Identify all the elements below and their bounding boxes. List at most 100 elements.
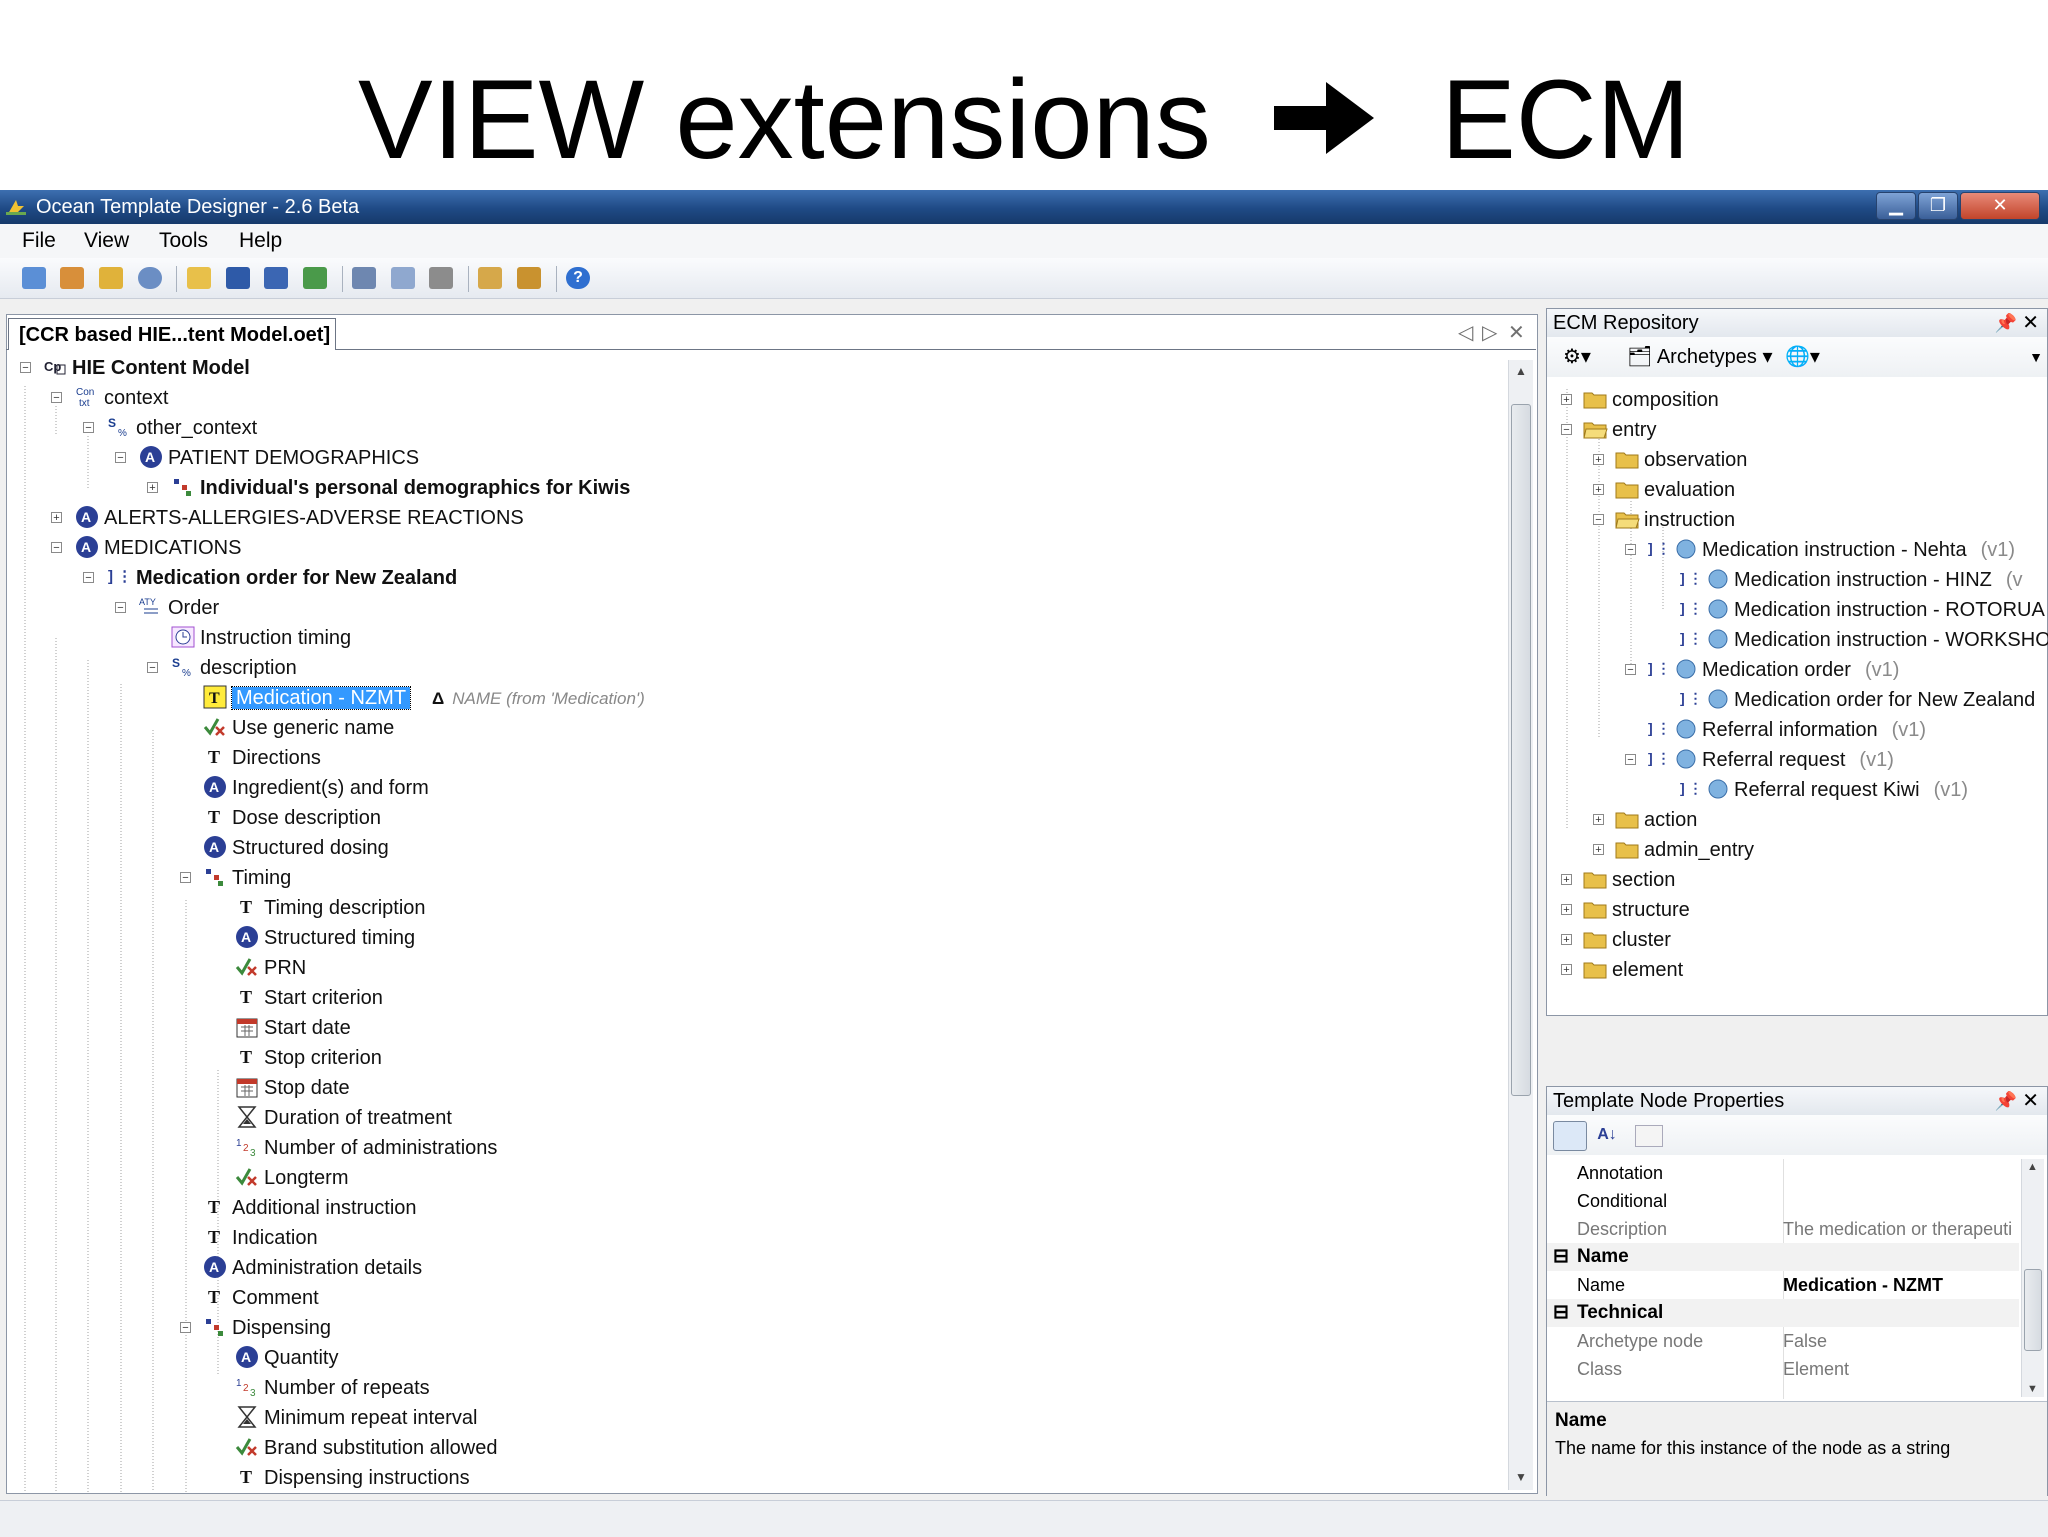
tree-node-brand-substitution[interactable]: Brand substitution allowed: [234, 1433, 497, 1463]
tree-node-prn[interactable]: PRN: [234, 953, 306, 983]
tree-node-dose-description[interactable]: T Dose description: [202, 803, 381, 833]
repo-folder-observation[interactable]: observation: [1614, 445, 1747, 475]
categorized-view-icon[interactable]: [1553, 1121, 1587, 1151]
tree-node-root[interactable]: Cp HIE Content Model: [42, 353, 250, 383]
window-titlebar[interactable]: Ocean Template Designer - 2.6 Beta ▁ ❐ ✕: [0, 190, 2048, 224]
tree-node-structured-timing[interactable]: A Structured timing: [234, 923, 415, 953]
collapse-toggle[interactable]: −: [1625, 544, 1636, 556]
tree-node-longterm[interactable]: Longterm: [234, 1163, 349, 1193]
tree-node-comment[interactable]: T Comment: [202, 1283, 319, 1313]
expand-toggle[interactable]: +: [51, 512, 62, 524]
tree-node-medication-order-nz[interactable]: ] ⋮ Medication order for New Zealand: [106, 563, 457, 593]
maximize-button[interactable]: ❐: [1918, 192, 1958, 220]
expand-toggle[interactable]: +: [1561, 904, 1572, 916]
tree-node-dispensing-instructions[interactable]: T Dispensing instructions: [234, 1463, 470, 1492]
options-icon[interactable]: [517, 267, 541, 289]
collapse-toggle[interactable]: −: [83, 572, 94, 584]
properties-scrollbar[interactable]: ▲ ▼: [2021, 1159, 2044, 1397]
tree-node-indication[interactable]: T Indication: [202, 1223, 318, 1253]
property-row[interactable]: Archetype node False: [1547, 1327, 2019, 1355]
menu-tools[interactable]: Tools: [159, 224, 208, 258]
tree-node-medications[interactable]: A MEDICATIONS: [74, 533, 241, 563]
repository-options-icon[interactable]: ⚙▾: [1563, 337, 1591, 377]
tree-node-timing[interactable]: Timing: [202, 863, 291, 893]
tree-node-structured-dosing[interactable]: A Structured dosing: [202, 833, 389, 863]
repo-folder-evaluation[interactable]: evaluation: [1614, 475, 1735, 505]
repo-folder-action[interactable]: action: [1614, 805, 1697, 835]
collapse-section-icon[interactable]: ⊟: [1553, 1243, 1569, 1271]
tree-node-patient-demographics[interactable]: A PATIENT DEMOGRAPHICS: [138, 443, 419, 473]
expand-toggle[interactable]: +: [147, 482, 158, 494]
archetype-filter-dropdown[interactable]: 🗂 Archetypes ▾: [1627, 337, 1773, 377]
scroll-up-icon[interactable]: ▲: [1515, 364, 1527, 378]
print-icon[interactable]: [429, 267, 453, 289]
scroll-down-icon[interactable]: ▼: [2027, 1383, 2038, 1395]
tree-node-other-context[interactable]: S% other_context: [106, 413, 257, 443]
scrollbar-thumb[interactable]: [1511, 404, 1531, 1096]
tree-node-additional-instruction[interactable]: T Additional instruction: [202, 1193, 417, 1223]
folder-options-icon[interactable]: [99, 267, 123, 289]
menu-view[interactable]: View: [84, 224, 129, 258]
tree-node-ingredients[interactable]: A Ingredient(s) and form: [202, 773, 429, 803]
globe-icon[interactable]: 🌐▾: [1785, 337, 1820, 377]
tree-node-timing-description[interactable]: T Timing description: [234, 893, 426, 923]
expand-toggle[interactable]: +: [1593, 484, 1604, 496]
collapse-toggle[interactable]: −: [51, 392, 62, 404]
collapse-toggle[interactable]: −: [51, 542, 62, 554]
property-pages-icon[interactable]: [1635, 1125, 1663, 1147]
collapse-toggle[interactable]: −: [20, 362, 31, 374]
property-row[interactable]: Annotation: [1547, 1159, 2019, 1187]
repo-folder-composition[interactable]: composition: [1582, 385, 1719, 415]
expand-toggle[interactable]: +: [1593, 814, 1604, 826]
tree-node-instruction-timing[interactable]: Instruction timing: [170, 623, 351, 653]
property-section-technical[interactable]: ⊟ Technical: [1547, 1299, 2019, 1327]
save-all-icon[interactable]: [264, 267, 288, 289]
tab-scroll-right-icon[interactable]: ▷: [1482, 320, 1497, 346]
tree-node-administration-details[interactable]: A Administration details: [202, 1253, 422, 1283]
toolbar-overflow-icon[interactable]: ▼: [2029, 337, 2043, 377]
collapse-toggle[interactable]: −: [1561, 424, 1572, 436]
tree-node-minimum-repeat-interval[interactable]: Minimum repeat interval: [234, 1403, 477, 1433]
tree-scrollbar[interactable]: ▲ ▼: [1508, 360, 1533, 1490]
repo-archetype-referral-request[interactable]: ] ⋮ Referral request (v1): [1646, 745, 1894, 775]
menu-file[interactable]: File: [22, 224, 56, 258]
tree-node-stop-criterion[interactable]: T Stop criterion: [234, 1043, 382, 1073]
pin-icon[interactable]: 📌: [1995, 309, 2017, 337]
pin-icon[interactable]: 📌: [1995, 1087, 2017, 1115]
tree-node-number-of-administrations[interactable]: 1 2 3 Number of administrations: [234, 1133, 497, 1163]
collapse-toggle[interactable]: −: [115, 602, 126, 614]
scrollbar-thumb[interactable]: [2024, 1269, 2042, 1351]
tree-node-medication-nzmt[interactable]: T Medication - NZMT Δ NAME (from 'Medicatio…: [202, 683, 645, 713]
minimize-button[interactable]: ▁: [1876, 192, 1916, 220]
repo-folder-cluster[interactable]: cluster: [1582, 925, 1671, 955]
collapse-toggle[interactable]: −: [83, 422, 94, 434]
property-row[interactable]: Conditional: [1547, 1187, 2019, 1215]
repo-archetype-referral-request-kiwi[interactable]: ] ⋮ Referral request Kiwi (v1): [1678, 775, 1968, 805]
tree-node-order[interactable]: ATY Order: [138, 593, 219, 623]
repo-folder-admin-entry[interactable]: admin_entry: [1614, 835, 1754, 865]
property-row[interactable]: Class Element: [1547, 1355, 2019, 1383]
expand-toggle[interactable]: +: [1561, 874, 1572, 886]
repo-archetype-medication-order[interactable]: ] ⋮ Medication order (v1): [1646, 655, 1899, 685]
open-folder-icon[interactable]: [187, 267, 211, 289]
new-item-icon[interactable]: [60, 267, 84, 289]
tree-node-description[interactable]: S% description: [170, 653, 297, 683]
collapse-toggle[interactable]: −: [147, 662, 158, 674]
save-icon[interactable]: [226, 267, 250, 289]
tree-node-personal-demographics[interactable]: Individual's personal demographics for K…: [170, 473, 630, 503]
panel-close-icon[interactable]: ✕: [2022, 309, 2039, 337]
repo-folder-structure[interactable]: structure: [1582, 895, 1690, 925]
new-template-icon[interactable]: [22, 267, 46, 289]
tree-node-duration-of-treatment[interactable]: Duration of treatment: [234, 1103, 452, 1133]
tree-node-stop-date[interactable]: Stop date: [234, 1073, 350, 1103]
repo-folder-section[interactable]: section: [1582, 865, 1675, 895]
collapse-toggle[interactable]: −: [180, 872, 191, 884]
repo-archetype-med-instruction-nehta[interactable]: ] ⋮ Medication instruction - Nehta (v1): [1646, 535, 2015, 565]
tree-view-icon[interactable]: [352, 267, 376, 289]
expand-toggle[interactable]: +: [1561, 934, 1572, 946]
collapse-toggle[interactable]: −: [1593, 514, 1604, 526]
tree-node-number-of-repeats[interactable]: 1 2 3 Number of repeats: [234, 1373, 430, 1403]
repo-archetype-med-instruction-rotorua[interactable]: ] ⋮ Medication instruction - ROTORUA: [1678, 595, 2045, 625]
collapse-toggle[interactable]: −: [115, 452, 126, 464]
tab-scroll-left-icon[interactable]: ◁: [1458, 320, 1473, 346]
